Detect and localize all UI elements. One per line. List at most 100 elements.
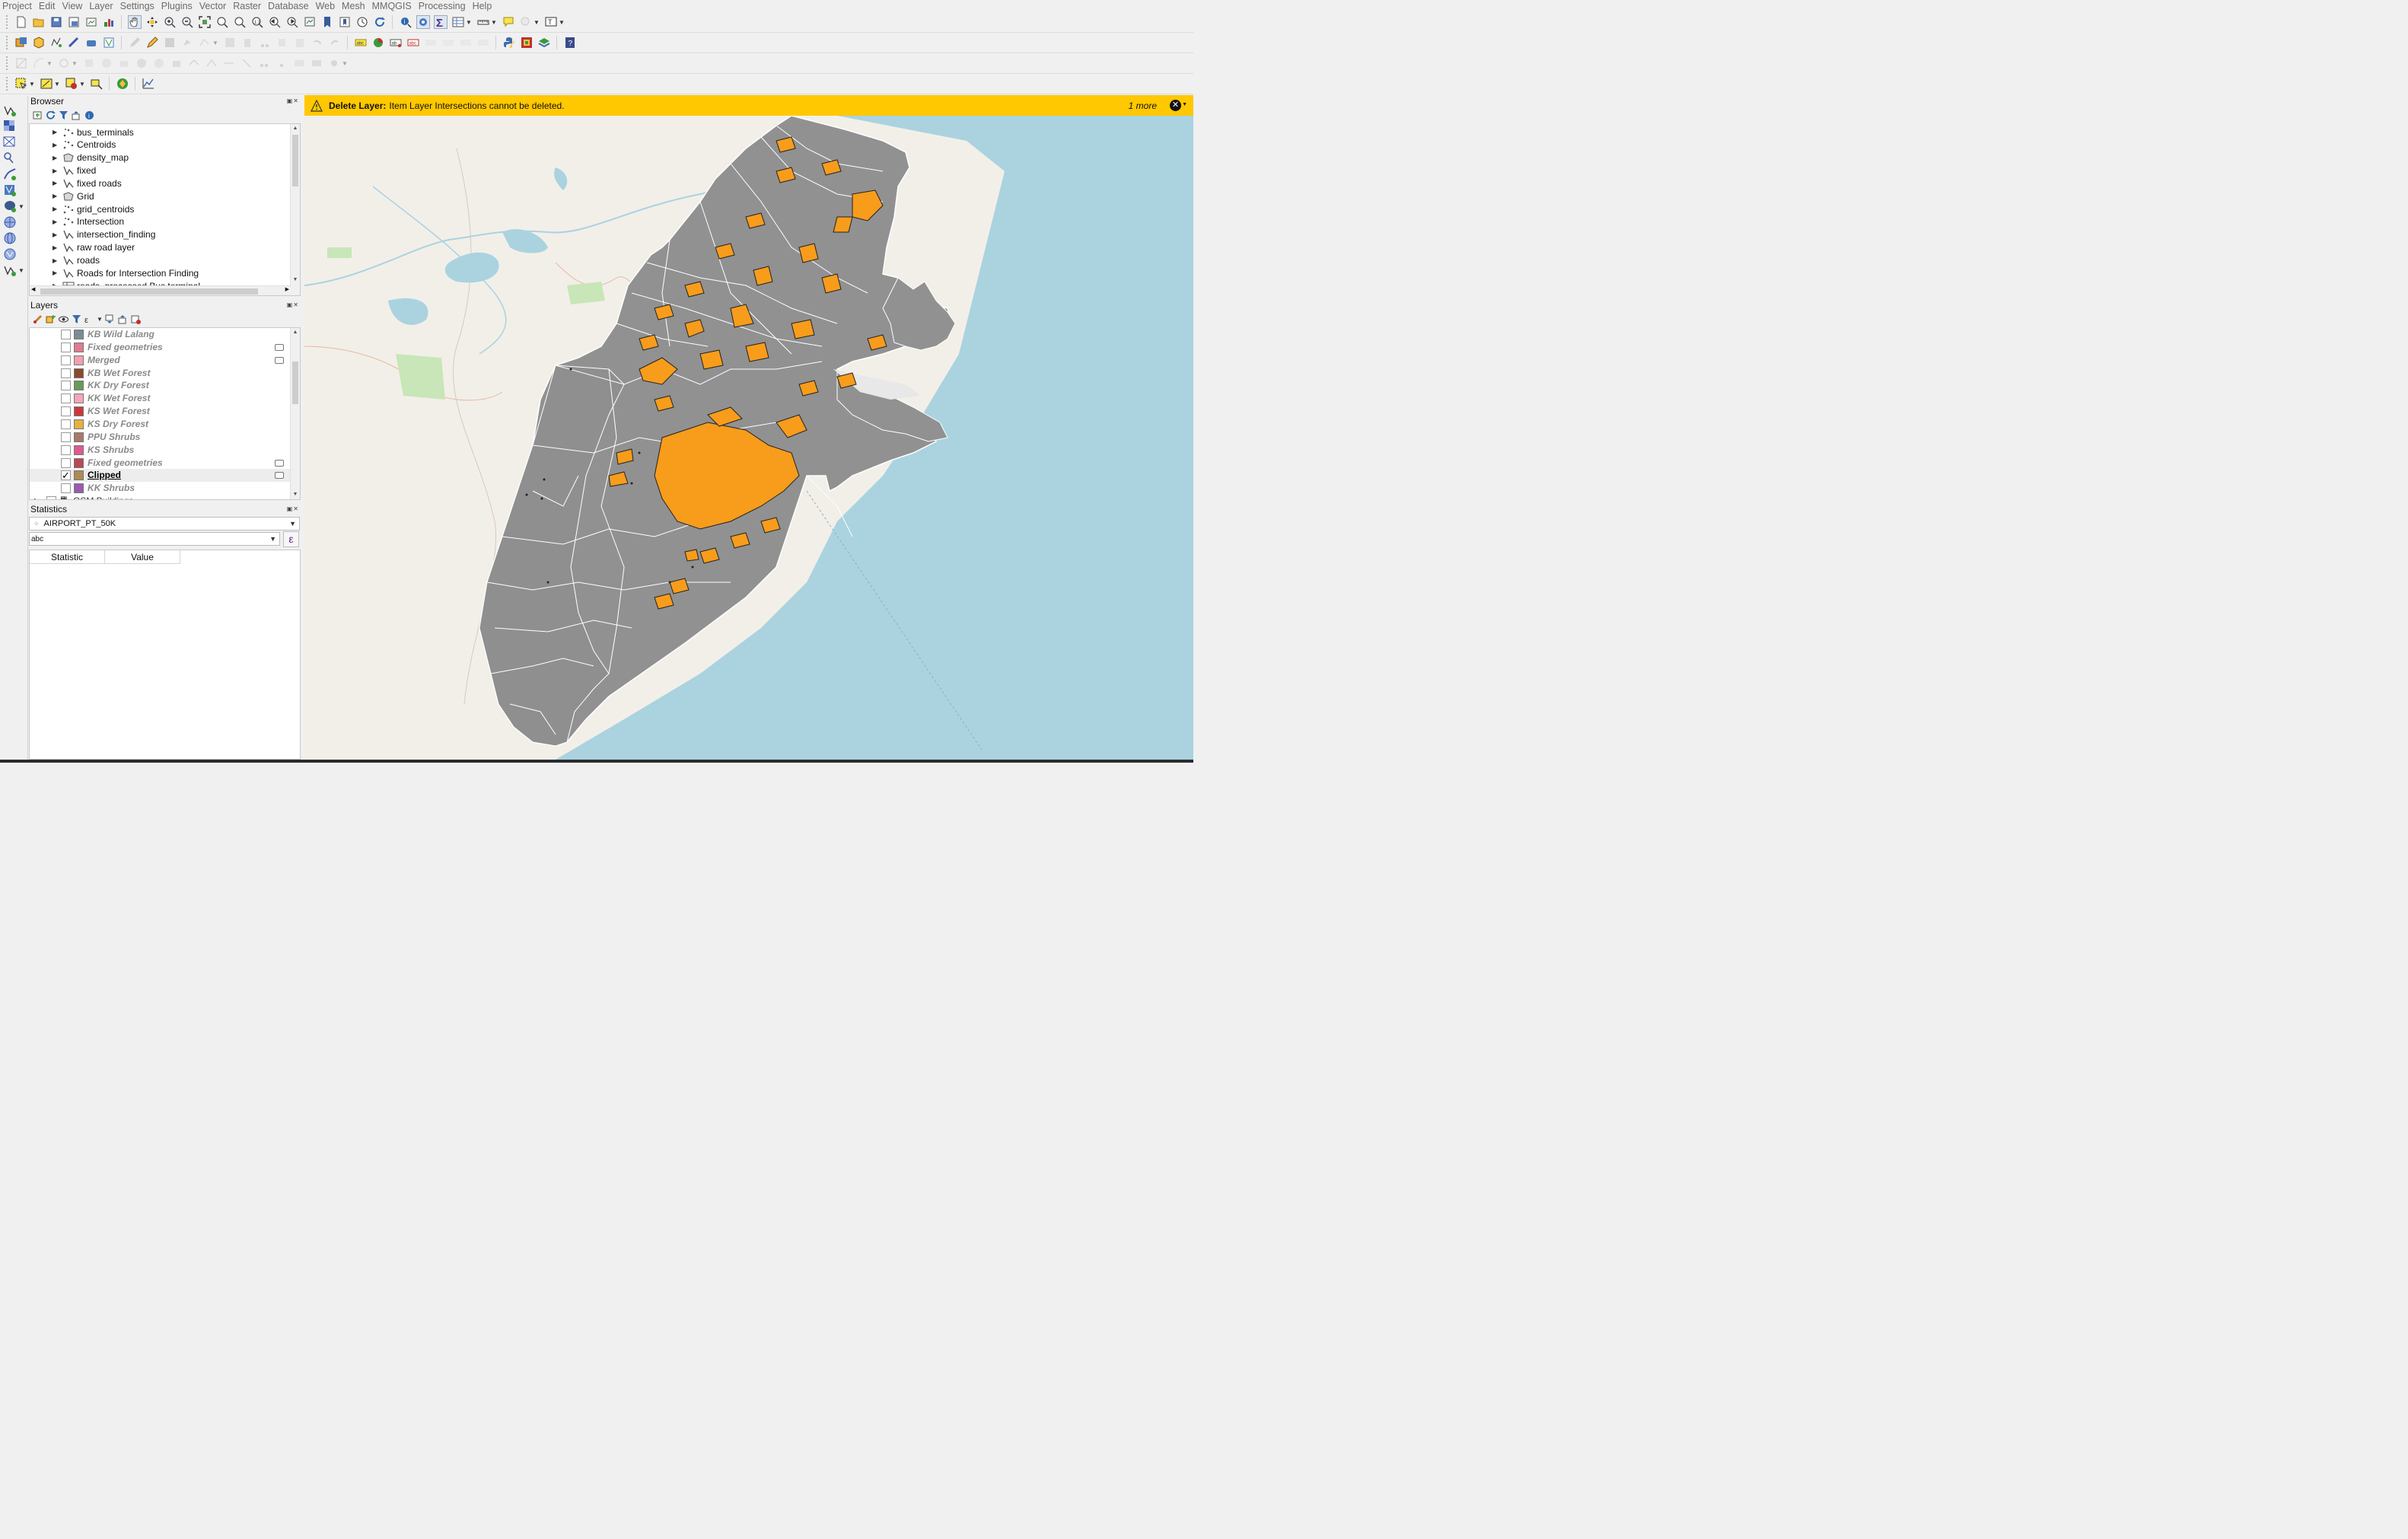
menu-database[interactable]: Database: [268, 1, 309, 11]
zoom-to-layer-icon[interactable]: [233, 15, 247, 29]
layer-item[interactable]: ✓ Clipped: [30, 469, 291, 483]
add-group-icon[interactable]: [46, 314, 56, 324]
menu-web[interactable]: Web: [316, 1, 335, 11]
layer-symbol-swatch[interactable]: [74, 457, 84, 468]
measure-dropdown[interactable]: ▼: [491, 19, 497, 26]
cut-features-icon[interactable]: [258, 36, 272, 49]
enable-advanced-digitizing-icon[interactable]: [14, 56, 28, 70]
layer-visibility-checkbox[interactable]: [61, 457, 71, 468]
browser-item[interactable]: ▶ raw road layer: [53, 241, 135, 254]
layer-item[interactable]: PPU Shrubs: [30, 431, 291, 444]
layer-item[interactable]: KS Wet Forest: [30, 405, 291, 418]
layer-diagram-icon[interactable]: [371, 36, 385, 49]
attribute-table-icon[interactable]: [451, 15, 465, 29]
menu-vector[interactable]: Vector: [199, 1, 226, 11]
layer-symbol-swatch[interactable]: [74, 444, 84, 455]
browser-item[interactable]: ▶ bus_terminals: [53, 126, 134, 139]
expand-all-icon[interactable]: [105, 314, 115, 324]
zoom-out-icon[interactable]: [180, 15, 194, 29]
save-edits-icon[interactable]: [163, 36, 177, 49]
select-by-value-icon[interactable]: [40, 77, 53, 91]
add-feature-icon[interactable]: [180, 36, 194, 49]
change-label-icon[interactable]: [459, 36, 473, 49]
select-dropdown[interactable]: ▼: [29, 81, 35, 88]
zoom-in-icon[interactable]: [163, 15, 177, 29]
menu-project[interactable]: Project: [2, 1, 32, 11]
reverse-line-icon[interactable]: [222, 56, 236, 70]
new-temporary-layer-icon[interactable]: [67, 36, 81, 49]
layer-item[interactable]: KK Shrubs: [30, 482, 291, 495]
layer-item[interactable]: KB Wet Forest: [30, 367, 291, 380]
text-annotation-icon[interactable]: T: [544, 15, 558, 29]
layer-item[interactable]: KS Shrubs: [30, 444, 291, 457]
new-map-view-icon[interactable]: [303, 15, 317, 29]
print-layout-icon[interactable]: [84, 15, 98, 29]
browser-item[interactable]: ▶ fixed: [53, 164, 96, 177]
deselect-features-icon[interactable]: [65, 77, 78, 91]
statistics-field-select[interactable]: abc ▼: [29, 532, 280, 546]
layer-item[interactable]: Merged: [30, 354, 291, 367]
redo-icon[interactable]: [328, 36, 342, 49]
locator-icon[interactable]: [519, 15, 533, 29]
attribute-table-dropdown[interactable]: ▼: [466, 19, 472, 26]
menu-raster[interactable]: Raster: [233, 1, 261, 11]
browser-hscroll-thumb[interactable]: [40, 288, 258, 295]
add-postgis-icon[interactable]: [3, 199, 17, 213]
value-column-header[interactable]: Value: [105, 550, 180, 564]
expand-arrow-icon[interactable]: ▶: [34, 497, 39, 499]
layer-item[interactable]: ▶ ▦ OSM Buildings: [30, 495, 291, 499]
panel-float-close-icon[interactable]: ▣✕: [287, 97, 299, 104]
filter-by-expression-icon[interactable]: ε: [84, 314, 94, 325]
digitize-curve-dropdown[interactable]: ▼: [46, 60, 53, 67]
temporary-layer-icon[interactable]: [275, 459, 284, 467]
layer-visibility-checkbox[interactable]: [61, 444, 71, 455]
layer-item[interactable]: KK Wet Forest: [30, 392, 291, 405]
expand-arrow-icon[interactable]: ▶: [53, 231, 60, 238]
layer-visibility-checkbox[interactable]: [61, 483, 71, 494]
layer-symbol-swatch[interactable]: [74, 406, 84, 417]
layer-item[interactable]: KS Dry Forest: [30, 418, 291, 431]
layer-visibility-checkbox[interactable]: [61, 406, 71, 417]
layer-visibility-checkbox[interactable]: [61, 368, 71, 378]
expand-arrow-icon[interactable]: ▶: [53, 180, 60, 186]
highlight-labels-icon[interactable]: abc: [406, 36, 420, 49]
browser-item[interactable]: ▶ intersection_finding: [53, 228, 155, 241]
delete-selected-icon[interactable]: [240, 36, 254, 49]
point-symbols-dropdown[interactable]: ▼: [342, 60, 348, 67]
menu-processing[interactable]: Processing: [419, 1, 466, 11]
delete-part-icon[interactable]: [170, 56, 183, 70]
layer-symbol-swatch[interactable]: [74, 394, 84, 404]
browser-item[interactable]: ▶ Grid: [53, 190, 94, 202]
menu-view[interactable]: View: [62, 1, 82, 11]
menu-mesh[interactable]: Mesh: [342, 1, 365, 11]
expand-arrow-icon[interactable]: ▶: [53, 257, 60, 264]
bookmarks-manager-icon[interactable]: [338, 15, 352, 29]
save-as-icon[interactable]: [67, 15, 81, 29]
add-raster-layer-icon[interactable]: [3, 119, 17, 133]
layer-symbol-swatch[interactable]: [74, 330, 84, 339]
toggle-editing-icon[interactable]: [145, 36, 159, 49]
digitize-icon[interactable]: [128, 36, 142, 49]
browser-item[interactable]: ▶ fixed roads: [53, 177, 122, 190]
add-wms-layer-icon[interactable]: [3, 215, 17, 229]
expand-arrow-icon[interactable]: ▶: [53, 269, 60, 276]
layers-plugin-icon[interactable]: [537, 36, 551, 49]
filter-expression-dropdown[interactable]: ▼: [97, 316, 103, 323]
add-vector-dropdown[interactable]: ▼: [18, 267, 24, 274]
layer-symbol-swatch[interactable]: [74, 470, 84, 481]
expand-arrow-icon[interactable]: ▶: [53, 155, 60, 161]
browser-item[interactable]: ▶ grid_centroids: [53, 202, 134, 215]
bookmark-icon[interactable]: [320, 15, 334, 29]
temporary-layer-icon[interactable]: [275, 472, 284, 480]
layer-visibility-checkbox[interactable]: [61, 419, 71, 429]
menu-plugins[interactable]: Plugins: [161, 1, 193, 11]
toolbar-grip[interactable]: [6, 15, 9, 29]
merge-features-icon[interactable]: [292, 56, 306, 70]
statistics-summary-icon[interactable]: Σ: [433, 15, 448, 29]
annotation-dropdown[interactable]: ▼: [559, 19, 565, 26]
temporal-controller-icon[interactable]: [355, 15, 369, 29]
expand-arrow-icon[interactable]: ▶: [53, 218, 60, 225]
browser-item[interactable]: ▶ Centroids: [53, 139, 116, 151]
layer-symbol-swatch[interactable]: [74, 342, 84, 352]
temporary-layer-icon[interactable]: [275, 343, 284, 351]
